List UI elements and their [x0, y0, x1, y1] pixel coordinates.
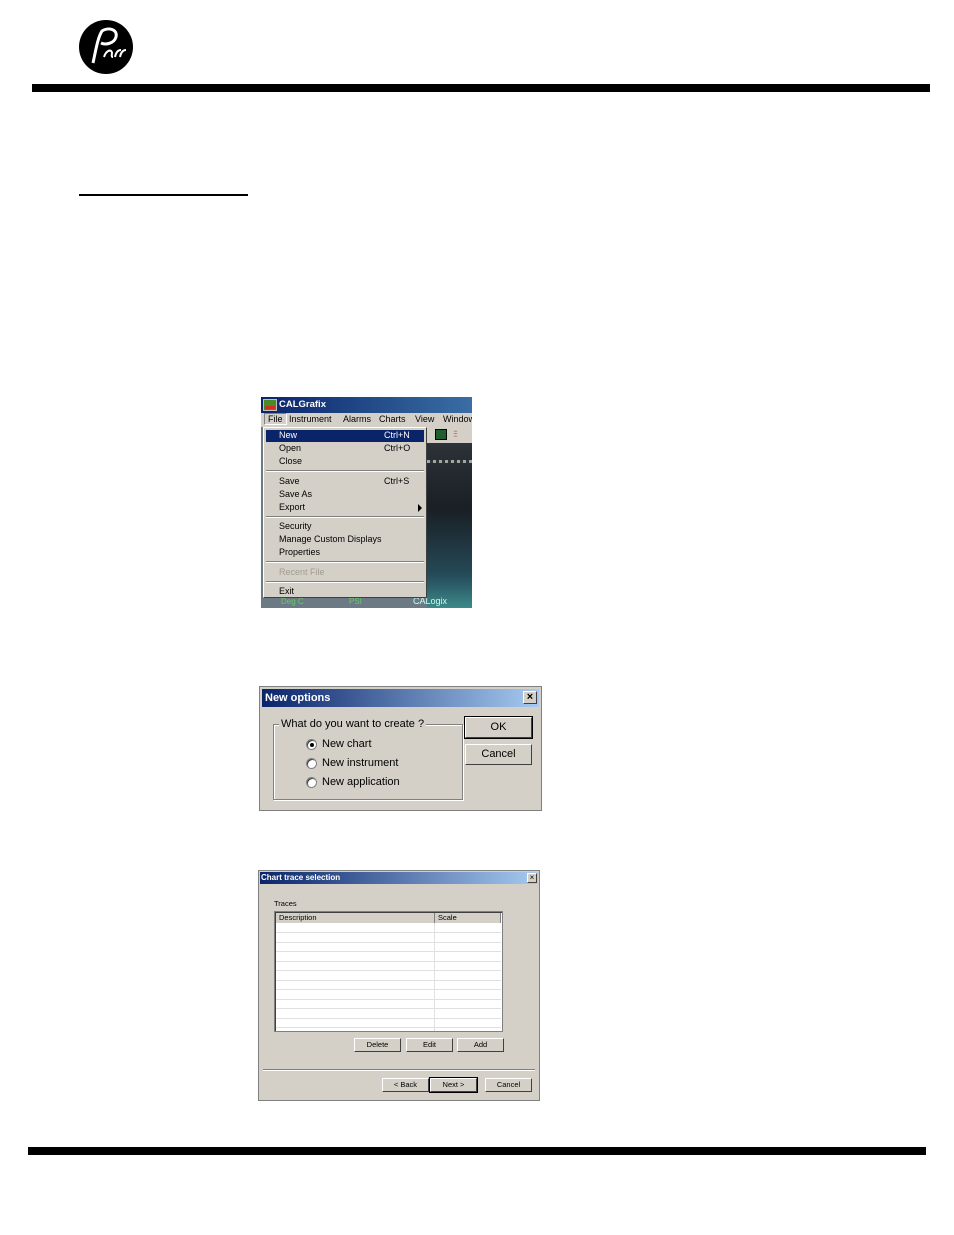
menu-item-label: Save As [279, 489, 313, 499]
traces-label: Traces [274, 899, 297, 908]
menubar: File Instrument Alarms Charts View Windo… [261, 413, 472, 427]
menu-item-label: Open [279, 443, 302, 453]
menu-item-label: Manage Custom Displays [279, 534, 382, 544]
dialog-title: New options [265, 692, 331, 704]
app-icon [263, 399, 277, 411]
cancel-button[interactable]: Cancel [465, 744, 532, 765]
add-button[interactable]: Add [457, 1038, 504, 1052]
option-label: New chart [322, 738, 372, 750]
bg-label-mid: PSI [349, 597, 362, 606]
menu-item-shortcut: Ctrl+O [384, 443, 411, 453]
table-row[interactable] [276, 1017, 501, 1019]
menu-item-label: Recent File [279, 567, 325, 577]
radio-icon[interactable] [306, 777, 317, 788]
menu-item-save-as[interactable]: Save As [266, 489, 424, 501]
app-title: CALGrafix [279, 399, 326, 410]
menu-item-label: Export [279, 502, 306, 512]
menu-separator [266, 561, 424, 563]
file-dropdown-menu: New Ctrl+N Open Ctrl+O Close Save Ctrl+S… [263, 427, 427, 598]
chart-trace-selection-dialog: Chart trace selection × Traces Descripti… [258, 870, 540, 1101]
radio-selected-icon[interactable] [306, 739, 317, 750]
toolbar: ⫶⫶⫶ [427, 427, 472, 443]
next-button[interactable]: Next > [429, 1077, 478, 1093]
menu-item-manage-custom-displays[interactable]: Manage Custom Displays [266, 534, 424, 546]
table-row[interactable] [276, 998, 501, 1000]
submenu-arrow-icon [418, 504, 422, 512]
new-options-dialog: New options × What do you want to create… [259, 686, 542, 811]
menu-alarms[interactable]: Alarms [343, 414, 371, 424]
menu-item-close[interactable]: Close [266, 456, 424, 468]
table-row[interactable] [276, 932, 501, 933]
menu-item-export[interactable]: Export [266, 502, 424, 514]
file-menu-screenshot: CALGrafix File Instrument Alarms Charts … [261, 397, 472, 608]
ok-button[interactable]: OK [464, 716, 533, 739]
menu-window[interactable]: Window [443, 414, 472, 424]
menu-item-label: Save [279, 476, 300, 486]
menu-item-recent-file: Recent File [266, 567, 424, 579]
radio-icon[interactable] [306, 758, 317, 769]
menu-charts[interactable]: Charts [379, 414, 406, 424]
option-label: New instrument [322, 757, 399, 769]
menu-item-exit[interactable]: Exit [266, 586, 424, 598]
dialog-title: Chart trace selection [261, 873, 341, 882]
column-header-scale[interactable]: Scale [435, 913, 501, 923]
header-rule [32, 84, 930, 92]
table-row[interactable] [276, 1008, 501, 1009]
dialog-titlebar: New options × [262, 689, 539, 707]
dialog-titlebar: Chart trace selection × [260, 872, 538, 884]
section-heading-underline [79, 194, 248, 196]
delete-button[interactable]: Delete [354, 1038, 401, 1052]
option-label: New application [322, 776, 400, 788]
menu-separator [266, 516, 424, 518]
dialog-divider [263, 1069, 535, 1071]
close-icon[interactable]: × [523, 691, 537, 704]
menu-separator [266, 470, 424, 472]
menu-file[interactable]: File [264, 413, 287, 425]
menu-view[interactable]: View [415, 414, 434, 424]
menu-item-open[interactable]: Open Ctrl+O [266, 443, 424, 455]
menu-item-save[interactable]: Save Ctrl+S [266, 476, 424, 488]
menu-item-shortcut: Ctrl+N [384, 430, 410, 440]
footer-rule [28, 1147, 926, 1155]
menu-item-shortcut: Ctrl+S [384, 476, 410, 486]
table-row[interactable] [276, 941, 501, 943]
menu-item-label: Close [279, 456, 303, 466]
bars-icon[interactable]: ⫶⫶⫶ [453, 429, 467, 440]
table-row[interactable] [276, 989, 501, 990]
menu-item-label: New [279, 430, 298, 440]
bg-label-left: Deg C [281, 597, 304, 606]
menu-instrument[interactable]: Instrument [289, 414, 332, 424]
table-row[interactable] [276, 979, 501, 981]
menu-item-label: Exit [279, 586, 295, 596]
back-button[interactable]: < Back [382, 1078, 429, 1092]
chart-icon[interactable] [435, 429, 447, 440]
table-row[interactable] [276, 960, 501, 962]
table-row[interactable] [276, 970, 501, 971]
traces-list[interactable]: Description Scale [274, 911, 503, 1032]
table-row[interactable] [276, 951, 501, 952]
menu-separator [266, 581, 424, 583]
column-divider [434, 923, 435, 1031]
background-display [427, 443, 472, 608]
menu-item-label: Properties [279, 547, 321, 557]
menu-item-label: Security [279, 521, 312, 531]
app-titlebar: CALGrafix [261, 397, 472, 413]
menu-item-new[interactable]: New Ctrl+N [266, 430, 424, 442]
parr-logo [79, 20, 133, 74]
column-header-description[interactable]: Description [276, 913, 435, 923]
menu-item-properties[interactable]: Properties [266, 547, 424, 559]
edit-button[interactable]: Edit [406, 1038, 453, 1052]
table-row[interactable] [276, 1027, 501, 1028]
menu-item-security[interactable]: Security [266, 521, 424, 533]
group-label: What do you want to create ? [279, 718, 427, 730]
cancel-button[interactable]: Cancel [485, 1078, 532, 1092]
background-strip [427, 460, 472, 463]
close-icon[interactable]: × [527, 873, 537, 883]
